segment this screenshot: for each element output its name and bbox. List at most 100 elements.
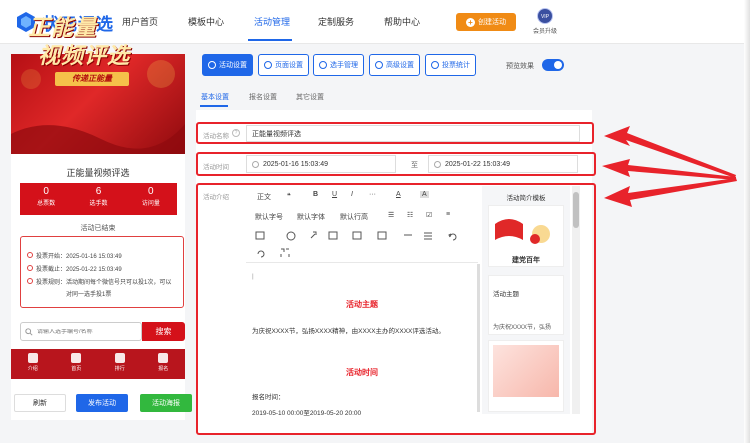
time-separator: 至 [411,162,418,169]
bottom-nav-home[interactable]: 首页 [55,349,99,379]
refresh-button[interactable]: 刷新 [14,394,66,412]
divider-icon [424,232,432,240]
search-icon [25,327,33,336]
paragraph-style-select[interactable]: 正文 [257,192,271,202]
preview-stats: 0 总票数 6 选手数 0 访问量 [20,183,177,215]
help-icon[interactable]: ? [232,129,240,137]
contestant-search[interactable] [20,322,142,341]
content-heading-time: 活动时间 [346,368,378,377]
banner-ribbon: 传递正能量 [55,72,129,86]
vote-rule-line-2: 对同一选手投1票 [66,292,112,298]
activity-time-label: 活动时间 [203,164,229,171]
vip-upgrade[interactable]: VIP 会员升级 [530,8,560,38]
preview-toggle[interactable] [542,59,564,71]
bottom-nav-ranking[interactable]: 排行 [98,349,142,379]
undo-icon [448,233,457,241]
window-edge [744,0,750,443]
trophy-icon [114,353,125,363]
text-cursor: | [252,273,254,280]
activity-poster-button[interactable]: 活动海报 [140,394,192,412]
bullet-list-button[interactable]: ☰ [388,211,394,219]
annotation-arrows [602,126,737,207]
content-signup-time: 2019-05-10 00:00至2019-05-20 20:00 [252,410,362,417]
italic-button[interactable]: I [351,191,353,198]
fullscreen-icon [280,248,290,257]
vote-end-line: 投票截止：2025-01-22 15:03:49 [27,264,122,273]
nav-item-home[interactable]: 用户首页 [122,15,158,28]
stat-contestants: 6 选手数 [89,186,108,207]
nav-active-indicator [248,39,292,41]
plus-icon: + [466,17,475,27]
nav-item-activity-management[interactable]: 活动管理 [254,15,290,28]
template-card-pink[interactable] [488,340,564,412]
numbered-list-button[interactable]: ☷ [407,211,413,219]
clock-icon [27,252,33,258]
preview-toggle-label: 预览效果 [506,63,534,70]
activity-start-time[interactable]: 2025-01-16 15:03:49 [246,155,396,173]
underline-button[interactable]: U [332,191,337,198]
activity-status: 活动已结束 [80,225,116,232]
vote-rule-line: 投票规则：活动期间每个微信号只可以投1次，可以 [27,277,171,286]
more-button[interactable]: ··· [369,191,376,198]
tab-vote-statistics[interactable]: 投票统计 [425,54,476,76]
editor-toolbar-icons [255,231,457,258]
image-icon [328,231,338,240]
arrow-to-intro-field [604,178,737,207]
editor-scrollbar[interactable] [477,264,480,412]
subtab-basic[interactable]: 基本设置 [201,92,229,102]
tab-activity-settings[interactable]: 活动设置 [202,54,253,76]
nav-item-custom-service[interactable]: 定制服务 [318,15,354,28]
template-card-heading: 活动主题 [493,291,519,298]
bottom-nav-intro[interactable]: 介绍 [11,349,55,379]
preview-activity-title: 正能量视频评选 [66,168,130,178]
font-size-select[interactable]: 默认字号 [255,212,283,222]
preview-bottom-nav: 介绍 首页 排行 报名 [11,349,185,379]
font-family-select[interactable]: 默认字体 [297,212,325,222]
banner-title-line2: 视频评选 [38,43,131,68]
template-card-theme[interactable]: 活动主题 为庆祝XXXX节，弘扬 [488,275,564,335]
clock-icon [252,160,259,168]
template-card-party[interactable]: 建党百年 [488,205,564,267]
link-icon [310,231,317,239]
search-input[interactable] [37,328,137,335]
bold-button[interactable]: B [313,191,318,198]
quote-button[interactable]: ❝ [287,192,291,200]
align-button[interactable]: ≡ [446,211,450,218]
stat-total-votes: 0 总票数 [37,186,56,207]
video-icon [352,231,362,240]
nav-item-templates[interactable]: 模板中心 [188,15,224,28]
activity-name-input[interactable]: 正能量视频评选 [246,125,580,142]
search-button[interactable]: 搜索 [142,322,185,341]
content-signup-label: 报名时间： [252,394,285,401]
vip-upgrade-label: 会员升级 [532,29,557,35]
clock-icon [27,265,33,271]
content-paragraph-1: 为庆祝XXXX节，弘扬XXXX精神，由XXXX主办的XXXX评选活动。 [252,328,445,335]
line-height-select[interactable]: 默认行高 [340,212,368,222]
subtab-active-indicator [200,105,228,107]
content-heading-theme: 活动主题 [346,300,378,309]
subtab-signup[interactable]: 报名设置 [249,92,277,102]
nav-item-help[interactable]: 帮助中心 [384,15,420,28]
create-activity-button[interactable]: + 创建活动 [456,13,516,31]
bottom-nav-signup[interactable]: 报名 [142,349,186,379]
subtab-other[interactable]: 其它设置 [296,92,324,102]
template-thumbnail [489,206,563,254]
table-icon [377,231,387,240]
chart-icon [431,61,439,69]
tab-contestant-management[interactable]: 选手管理 [313,54,364,76]
scrollbar-thumb[interactable] [573,192,579,228]
tab-advanced-settings[interactable]: 高级设置 [369,54,420,76]
stat-visits: 0 访问量 [141,186,160,207]
gear-icon [208,61,216,69]
indent-icon [255,231,265,240]
publish-activity-button[interactable]: 发布活动 [76,394,128,412]
font-color-button[interactable]: A [396,191,401,198]
activity-end-time[interactable]: 2025-01-22 15:03:49 [428,155,578,173]
todo-button[interactable]: ☑ [426,211,432,219]
edit-icon [158,353,169,363]
sliders-icon [375,61,383,69]
bg-color-button[interactable]: A [420,191,429,198]
home-icon [71,353,82,363]
rich-text-content[interactable]: | 活动主题 为庆祝XXXX节，弘扬XXXX精神，由XXXX主办的XXXX评选活… [246,262,478,417]
tab-page-settings[interactable]: 页面设置 [258,54,309,76]
